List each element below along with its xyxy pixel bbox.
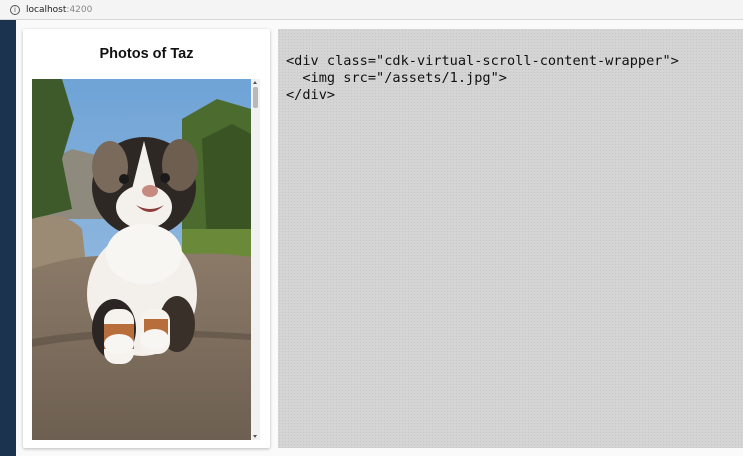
url-port: :4200 [66,4,93,15]
scroll-up-arrow-icon[interactable] [253,81,257,84]
page-viewport: Photos of Taz <div class="cdk-virtual-sc… [16,20,743,456]
scrollbar-thumb[interactable] [253,87,258,108]
code-line-2: <img src="/assets/1.jpg"> [286,70,507,86]
window-side-strip [0,20,16,456]
browser-window: i localhost:4200 Photos of Taz <div clas… [0,0,743,456]
scroll-down-arrow-icon[interactable] [253,435,257,438]
code-line-3: </div> [286,87,336,103]
url-host: localhost [26,4,67,15]
url-text[interactable]: localhost:4200 [26,5,92,15]
info-icon[interactable]: i [10,4,20,15]
scrollbar[interactable] [251,79,260,440]
card-title: Photos of Taz [99,46,194,62]
code-line-1: <div class="cdk-virtual-scroll-content-w… [286,53,679,69]
virtual-scroll-viewport[interactable] [32,79,260,440]
code-panel: <div class="cdk-virtual-scroll-content-w… [278,29,743,448]
address-bar[interactable]: i localhost:4200 [0,0,743,20]
puppy-photo [32,79,251,440]
photos-card: Photos of Taz [23,29,270,448]
code-block: <div class="cdk-virtual-scroll-content-w… [286,53,679,104]
